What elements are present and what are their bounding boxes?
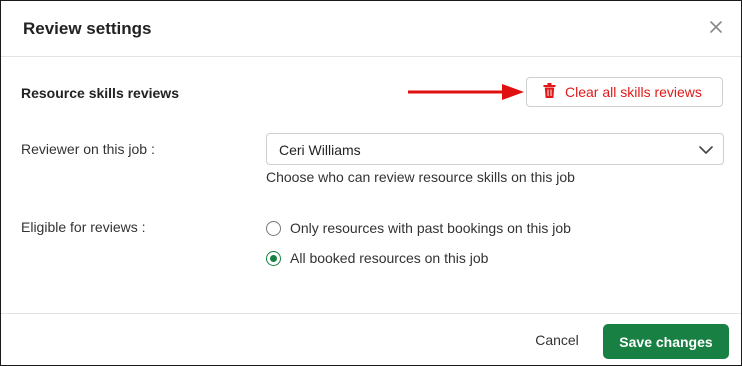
dialog-header: Review settings — [1, 1, 741, 57]
trash-icon — [543, 83, 556, 101]
clear-all-skills-reviews-button[interactable]: Clear all skills reviews — [526, 77, 723, 107]
radio-button-selected[interactable] — [266, 250, 281, 266]
dialog-title: Review settings — [23, 19, 152, 38]
cancel-button[interactable]: Cancel — [521, 322, 593, 358]
resource-skills-reviews-label: Resource skills reviews — [21, 85, 179, 101]
close-icon[interactable] — [705, 16, 727, 38]
reviewer-select[interactable]: Ceri Williams — [266, 133, 724, 165]
red-arrow-annotation — [406, 81, 526, 103]
radio-option-all-booked[interactable]: All booked resources on this job — [266, 248, 488, 268]
reviewer-helper-text: Choose who can review resource skills on… — [266, 169, 575, 185]
eligible-for-reviews-label: Eligible for reviews : — [21, 219, 146, 235]
radio-button[interactable] — [266, 220, 281, 236]
radio-option-past-bookings[interactable]: Only resources with past bookings on thi… — [266, 218, 571, 238]
chevron-down-icon — [699, 143, 713, 155]
radio-option-label: All booked resources on this job — [290, 250, 489, 266]
review-settings-dialog: Review settings Resource skills reviews … — [0, 0, 742, 366]
clear-button-label: Clear all skills reviews — [565, 84, 702, 100]
reviewer-select-value: Ceri Williams — [279, 142, 361, 158]
radio-option-label: Only resources with past bookings on thi… — [290, 220, 571, 236]
reviewer-label: Reviewer on this job : — [21, 141, 155, 157]
save-changes-button[interactable]: Save changes — [603, 324, 729, 359]
